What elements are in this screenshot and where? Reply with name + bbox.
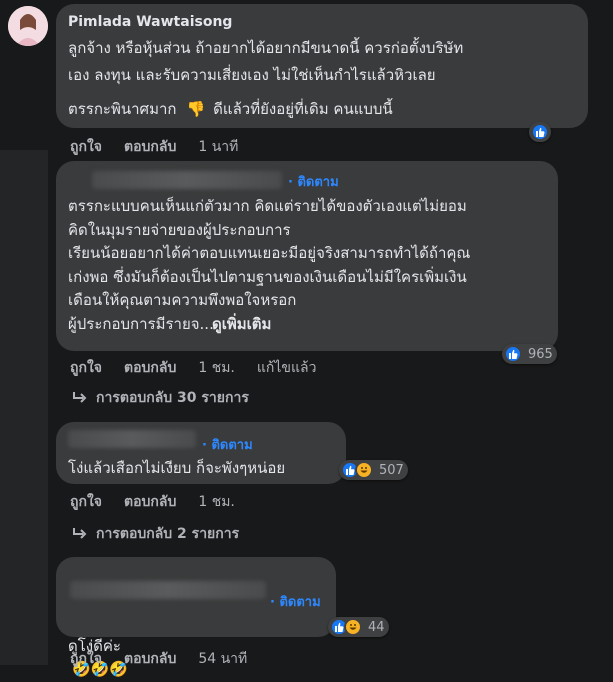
thumbs-down-icon: 👎 (186, 100, 206, 118)
blurred-author-name (70, 581, 266, 599)
follow-link[interactable]: · ติดตาม (270, 591, 321, 612)
reply-action[interactable]: ตอบกลับ (124, 357, 176, 379)
reaction-count: 965 (528, 346, 553, 362)
comment-text-line: ตรรกะพินาศมาก 👎 ดีแล้วที่ยังอยู่ที่เดิม … (68, 98, 393, 122)
comment-text: ตรรกะพินาศมาก (68, 100, 177, 118)
reaction-count: 507 (379, 462, 404, 478)
like-action[interactable]: ถูกใจ (70, 648, 102, 670)
like-reaction-icon (531, 123, 549, 141)
haha-reaction-icon (355, 461, 373, 479)
comment-actions: ถูกใจ ตอบกลับ 1 นาที (70, 136, 260, 158)
reaction-summary[interactable] (529, 122, 551, 142)
comment-text-line: ดูโง่ดีค่ะ 🤣🤣🤣 (68, 611, 128, 682)
comment-actions: ถูกใจ ตอบกลับ 1 ชม. (70, 491, 257, 513)
profile-picture-icon (8, 6, 48, 46)
comment-actions: ถูกใจ ตอบกลับ 1 ชม. แก้ไขแล้ว (70, 357, 338, 379)
replies-count: การตอบกลับ 2 รายการ (96, 526, 240, 542)
comment-bubble: Pimlada Wawtaisong ลูกจ้าง หรือหุ้นส่วน … (56, 4, 588, 142)
comment-author[interactable]: Pimlada Wawtaisong (68, 14, 232, 30)
blurred-author-name (68, 430, 196, 448)
avatar[interactable] (8, 6, 48, 46)
comment-bubble: · ติดตาม ดูโง่ดีค่ะ 🤣🤣🤣 (56, 557, 336, 678)
view-replies[interactable]: การตอบกลับ 30 รายการ (72, 387, 249, 409)
comment-actions: ถูกใจ ตอบกลับ 54 นาที (70, 648, 269, 670)
like-action[interactable]: ถูกใจ (70, 491, 102, 513)
comment-text-line: เอง ลงทุน และรับความเสี่ยงเอง ไม่ใช่เห็น… (68, 66, 436, 84)
reaction-summary[interactable]: 965 (502, 344, 557, 364)
follow-link[interactable]: · ติดตาม (202, 434, 253, 455)
like-reaction-icon (504, 345, 522, 363)
reply-action[interactable]: ตอบกลับ (124, 491, 176, 513)
reply-arrow-icon (73, 528, 87, 539)
reply-action[interactable]: ตอบกลับ (124, 136, 176, 158)
follow-link[interactable]: · ติดตาม (288, 171, 339, 192)
reply-arrow-icon (73, 392, 87, 403)
comment-text: โง่แล้วเสือกไม่เงียบ ก็จะพังๆหน่อย (68, 459, 286, 477)
comment-bubble: · ติดตาม โง่แล้วเสือกไม่เงียบ ก็จะพังๆหน… (56, 422, 346, 484)
like-action[interactable]: ถูกใจ (70, 136, 102, 158)
edited-label[interactable]: แก้ไขแล้ว (257, 357, 317, 379)
blurred-author-name (92, 171, 282, 189)
replies-count: การตอบกลับ 30 รายการ (96, 390, 249, 406)
left-gutter (0, 150, 48, 665)
timestamp[interactable]: 1 นาที (198, 136, 238, 158)
like-action[interactable]: ถูกใจ (70, 357, 102, 379)
comment-text: ตรรกะแบบคนเห็นแก่ตัวมาก คิดแต่รายได้ของต… (68, 197, 471, 333)
reply-action[interactable]: ตอบกลับ (124, 648, 176, 670)
haha-reaction-icon (344, 618, 362, 636)
reaction-count: 44 (368, 619, 385, 635)
comment-text: ดีแล้วที่ยังอยู่ที่เดิม คนแบบนี้ (213, 100, 393, 118)
timestamp[interactable]: 1 ชม. (198, 491, 235, 513)
see-more-link[interactable]: ดูเพิ่มเติม (212, 313, 271, 337)
view-replies[interactable]: การตอบกลับ 2 รายการ (72, 523, 239, 545)
reaction-summary[interactable]: 44 (328, 617, 389, 637)
timestamp[interactable]: 1 ชม. (198, 357, 235, 379)
reaction-summary[interactable]: 507 (339, 460, 408, 480)
timestamp[interactable]: 54 นาที (198, 648, 247, 670)
comment-text-line: ลูกจ้าง หรือหุ้นส่วน ถ้าอยากได้อยากมีขนา… (68, 39, 464, 57)
comment-bubble: · ติดตาม ตรรกะแบบคนเห็นแก่ตัวมาก คิดแต่ร… (56, 161, 558, 351)
